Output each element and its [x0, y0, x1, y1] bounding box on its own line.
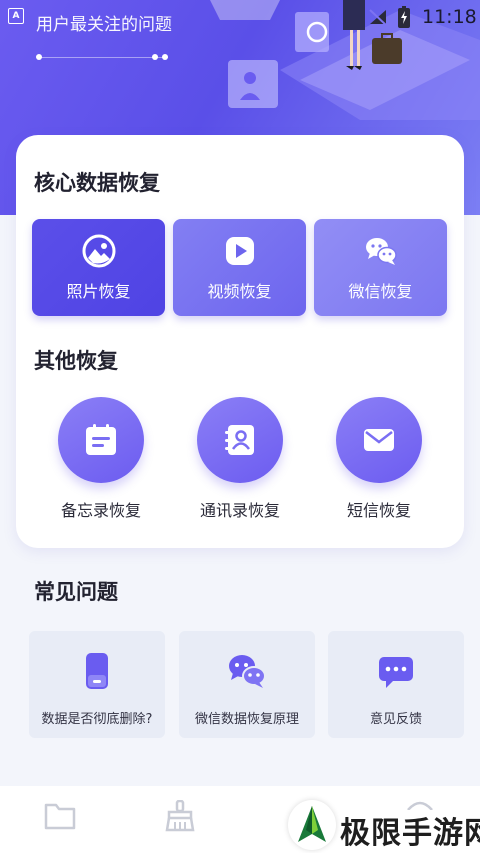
status-time: 11:18	[422, 6, 477, 28]
contacts-recovery-button[interactable]: 通讯录恢复	[180, 397, 300, 521]
memo-recovery-label: 备忘录恢复	[60, 501, 141, 520]
wechat-recovery-button[interactable]: 微信恢复	[314, 219, 447, 316]
sms-recovery-label: 短信恢复	[346, 501, 411, 520]
faq-title: 常见问题	[34, 580, 118, 604]
watermark-text: 极限手游网	[340, 816, 480, 851]
wechat-recovery-label: 微信恢复	[348, 281, 413, 301]
feedback-chat-icon	[379, 657, 413, 688]
memo-icon-circle	[58, 397, 144, 483]
wechat-icon	[365, 237, 397, 265]
header-title: 用户最关注的问题	[36, 15, 172, 35]
contacts-icon	[225, 425, 254, 455]
app-screen: A 11:18 用户最关注的问题 核心数据恢复 照片恢复 视频恢复 微信恢复 其…	[0, 0, 480, 853]
no-signal-icon	[369, 9, 387, 26]
memo-recovery-button[interactable]: 备忘录恢复	[41, 397, 161, 521]
faq-item-feedback[interactable]: 意见反馈	[328, 631, 464, 738]
app-notification-icon: A	[8, 8, 24, 24]
phone-icon	[86, 653, 108, 689]
sms-recovery-button[interactable]: 短信恢复	[319, 397, 439, 521]
contacts-icon-circle	[197, 397, 283, 483]
video-recovery-button[interactable]: 视频恢复	[173, 219, 306, 316]
faq-item-wechat-principle[interactable]: 微信数据恢复原理	[179, 631, 315, 738]
memo-icon	[86, 424, 116, 455]
video-recovery-label: 视频恢复	[207, 281, 272, 301]
watermark-logo	[288, 800, 336, 850]
core-recovery-title: 核心数据恢复	[34, 171, 160, 195]
message-icon	[364, 429, 394, 451]
nav-clean-broom-icon[interactable]	[164, 800, 196, 832]
watermark-logo-icon	[298, 806, 326, 842]
faq-item-label: 微信数据恢复原理	[194, 712, 299, 727]
video-play-icon	[225, 236, 254, 265]
watermark: 极限手游网	[284, 800, 480, 853]
contacts-recovery-label: 通讯录恢复	[199, 501, 280, 520]
recovery-card: 核心数据恢复 照片恢复 视频恢复 微信恢复 其他恢复 备忘录恢复 通讯录恢复 短…	[16, 135, 464, 548]
photo-icon	[82, 234, 115, 267]
other-recovery-title: 其他恢复	[34, 349, 118, 373]
header-decoration-dots	[36, 52, 186, 64]
photo-recovery-button[interactable]: 照片恢复	[32, 219, 165, 316]
faq-item-label: 数据是否彻底删除?	[41, 712, 153, 727]
faq-item-data-deleted[interactable]: 数据是否彻底删除?	[29, 631, 165, 738]
message-icon-circle	[336, 397, 422, 483]
photo-recovery-label: 照片恢复	[66, 281, 131, 301]
faq-item-label: 意见反馈	[369, 712, 422, 727]
wechat-icon	[229, 655, 266, 688]
nav-files-folder-icon[interactable]	[44, 800, 76, 830]
battery-charging-icon	[398, 6, 410, 28]
